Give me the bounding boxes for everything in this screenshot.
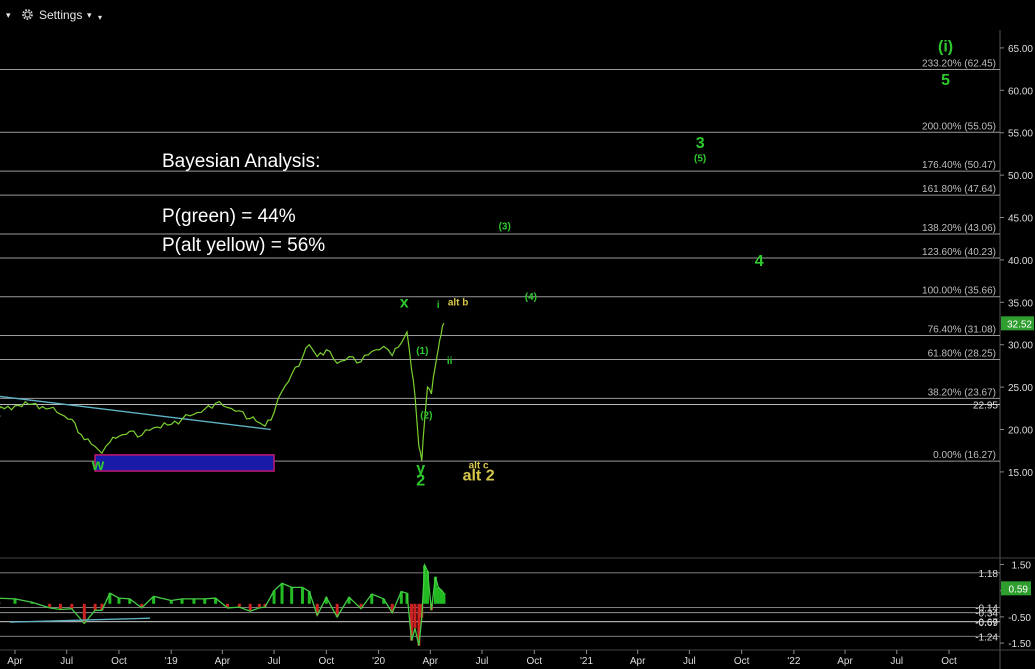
fib-level-label: 0.00% (16.27)	[933, 450, 996, 461]
y-tick-label: 40.00	[1008, 256, 1033, 267]
wave-label: 2	[416, 472, 425, 489]
x-tick-label: '22	[787, 656, 800, 667]
x-tick-label: Jul	[890, 656, 903, 667]
wave-label: x	[400, 294, 409, 311]
indicator-histogram-bar	[290, 587, 294, 604]
indicator-tick-label: 1.50	[1012, 561, 1032, 572]
wave-label: 5	[941, 72, 950, 89]
wave-label: (5)	[694, 154, 706, 165]
wave-label: 4	[755, 253, 764, 270]
wave-label: (1)	[416, 346, 428, 357]
y-tick-label: 35.00	[1008, 298, 1033, 309]
y-tick-label: 65.00	[1008, 44, 1033, 55]
indicator-histogram-bar	[413, 603, 417, 629]
x-tick-label: Oct	[319, 656, 335, 667]
indicator-histogram-bar	[192, 598, 196, 604]
price-chart[interactable]: 65.0060.0055.0050.0045.0040.0035.0030.00…	[0, 0, 1035, 669]
x-tick-label: '20	[372, 656, 385, 667]
wave-label: ii	[447, 356, 453, 367]
wave-label: w	[91, 457, 105, 474]
indicator-histogram-bar	[280, 583, 284, 604]
y-tick-label: 55.00	[1008, 129, 1033, 140]
x-tick-label: Apr	[7, 656, 23, 667]
indicator-histogram-bar	[442, 593, 446, 604]
y-tick-label: 25.00	[1008, 383, 1033, 394]
x-tick-label: Jul	[683, 656, 696, 667]
fib-level-label: 123.60% (40.23)	[922, 247, 996, 258]
indicator-level-label: -1.24	[975, 632, 998, 643]
y-tick-label: 50.00	[1008, 171, 1033, 182]
indicator-histogram-bar	[436, 587, 440, 604]
x-tick-label: Jul	[476, 656, 489, 667]
y-tick-label: 60.00	[1008, 86, 1033, 97]
support-box	[94, 454, 275, 472]
x-tick-label: Oct	[734, 656, 750, 667]
x-tick-label: Jul	[268, 656, 281, 667]
wave-label: (2)	[420, 410, 432, 421]
analysis-line-green: P(green) = 44%	[162, 206, 296, 227]
indicator-histogram-bar	[117, 598, 121, 604]
x-tick-label: Jul	[60, 656, 73, 667]
wave-label: (i)	[938, 38, 953, 55]
fib-level-label: 76.40% (31.08)	[928, 325, 996, 336]
fib-level-label: 138.20% (43.06)	[922, 223, 996, 234]
y-tick-label: 20.00	[1008, 426, 1033, 437]
x-tick-label: Apr	[837, 656, 853, 667]
indicator-histogram-bar	[248, 603, 252, 612]
x-tick-label: Apr	[423, 656, 439, 667]
y-tick-label: 30.00	[1008, 341, 1033, 352]
fib-level-label: 233.20% (62.45)	[922, 59, 996, 70]
fib-level-label: 61.80% (28.25)	[928, 349, 996, 360]
indicator-histogram-bar	[58, 603, 62, 610]
wave-label: alt 2	[463, 467, 495, 484]
x-tick-label: Oct	[941, 656, 957, 667]
x-tick-label: '21	[580, 656, 593, 667]
x-tick-label: Apr	[215, 656, 231, 667]
indicator-tick-label: -0.50	[1008, 613, 1031, 624]
indicator-histogram-bar	[300, 587, 304, 604]
fib-level-label: 100.00% (35.66)	[922, 286, 996, 297]
wave-label: 3	[696, 135, 705, 152]
indicator-histogram-bar	[70, 603, 74, 609]
indicator-histogram-bar	[93, 603, 97, 611]
wave-label: (3)	[499, 221, 511, 232]
analysis-title: Bayesian Analysis:	[162, 151, 320, 172]
indicator-histogram-bar	[203, 598, 207, 604]
price-series-line	[0, 323, 445, 461]
x-tick-label: Oct	[111, 656, 127, 667]
indicator-oscillator-line	[0, 562, 445, 646]
analysis-line-yellow: P(alt yellow) = 56%	[162, 235, 325, 256]
indicator-level-label: 1.18	[979, 569, 999, 580]
x-tick-label: '19	[165, 656, 178, 667]
indicator-level-label: -0.69	[975, 618, 998, 629]
fib-level-label: 200.00% (55.05)	[922, 121, 996, 132]
wave-label: alt b	[448, 298, 469, 309]
wave-label: (4)	[525, 292, 537, 303]
x-tick-label: Apr	[630, 656, 646, 667]
last-price-label: 32.52	[1007, 319, 1032, 330]
indicator-tick-label: -1.50	[1008, 639, 1031, 650]
indicator-value-label: 0.59	[1009, 584, 1029, 595]
x-tick-label: Oct	[526, 656, 542, 667]
level-label: 22.95	[973, 400, 998, 411]
y-tick-label: 45.00	[1008, 214, 1033, 225]
fib-level-label: 176.40% (50.47)	[922, 160, 996, 171]
fib-level-label: 161.80% (47.64)	[922, 184, 996, 195]
trend-line	[0, 395, 271, 431]
y-tick-label: 15.00	[1008, 468, 1033, 479]
wave-label: i	[437, 300, 440, 311]
fib-level-label: 38.20% (23.67)	[928, 387, 996, 398]
